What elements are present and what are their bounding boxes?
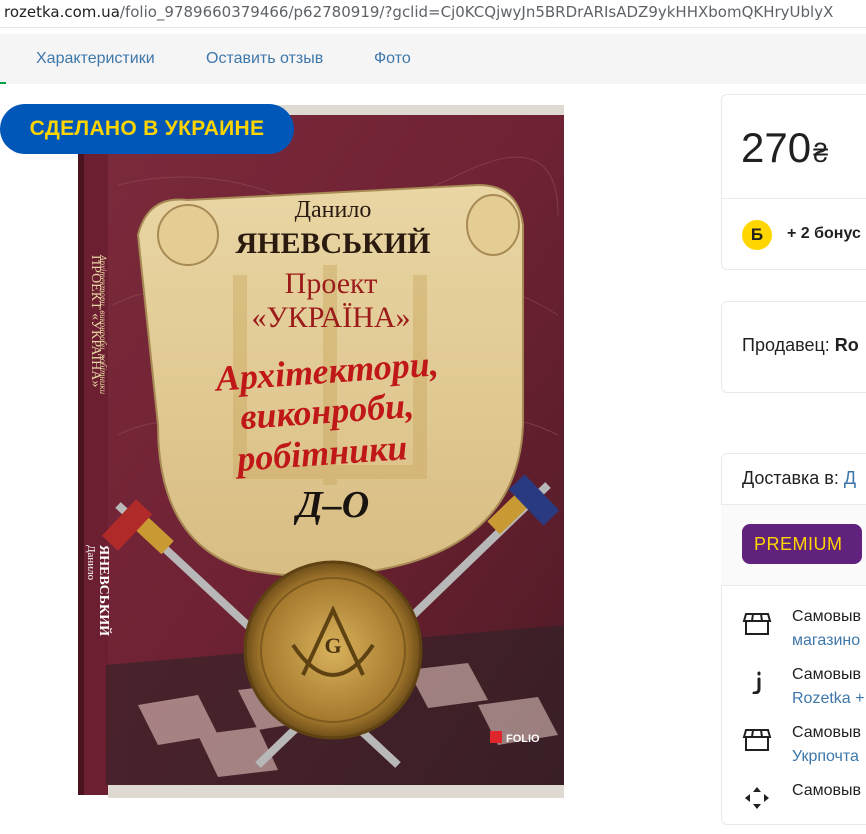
- price-card: [721, 94, 866, 270]
- delivery-option[interactable]: Самовыв магазино: [742, 608, 866, 660]
- store-icon: [742, 613, 772, 635]
- delivery-option[interactable]: Самовыв Rozetka +: [742, 666, 866, 718]
- seller-label: Продавец:: [742, 335, 835, 355]
- tab-photo[interactable]: Фото: [374, 34, 411, 84]
- bonus-text: + 2 бонус: [787, 225, 861, 242]
- svg-text:G: G: [324, 633, 341, 658]
- product-image[interactable]: Данило ЯНЕВСЬКИЙ Проект «УКРАЇНА» Архіте…: [78, 105, 564, 798]
- seller-name[interactable]: Ro: [835, 335, 859, 355]
- bonus-icon: Б: [742, 220, 772, 250]
- made-in-ukraine-badge: СДЕЛАНО В УКРАИНЕ: [0, 104, 294, 154]
- seller-info: Продавец: Ro: [742, 335, 859, 356]
- divider: [721, 198, 866, 199]
- tab-characteristics[interactable]: Характеристики: [36, 34, 155, 84]
- delivery-city-link[interactable]: Д: [844, 468, 856, 488]
- product-price: 270₴: [741, 124, 828, 172]
- delivery-option[interactable]: Самовыв: [742, 782, 866, 834]
- delivery-option-link[interactable]: магазино: [792, 632, 860, 650]
- delivery-option-link[interactable]: Rozetka +: [792, 690, 864, 708]
- cover-project-line2: «УКРАЇНА»: [251, 301, 410, 334]
- delivery-option[interactable]: Самовыв Укрпочта: [742, 724, 866, 776]
- delivery-option-title: Самовыв: [792, 782, 862, 799]
- divider: [721, 585, 866, 586]
- price-value: 270: [741, 124, 812, 171]
- book-cover-illustration: Данило ЯНЕВСЬКИЙ Проект «УКРАЇНА» Архіте…: [78, 105, 564, 798]
- delivery-option-title: Самовыв: [792, 666, 862, 683]
- spine-subtitle: Архітектори, виконроби, робітники: [98, 254, 108, 395]
- cover-publisher: FOLIO: [506, 733, 540, 745]
- active-tab-indicator: [0, 82, 6, 84]
- cover-author-first: Данило: [295, 197, 372, 223]
- delivery-option-link[interactable]: Укрпочта: [792, 748, 859, 766]
- cover-author-last: ЯНЕВСЬКИЙ: [236, 227, 431, 260]
- address-bar[interactable]: rozetka.com.ua/folio_9789660379466/p6278…: [0, 0, 866, 28]
- delivery-option-title: Самовыв: [792, 608, 862, 625]
- spine-author-first: Данило: [85, 545, 97, 581]
- rozetka-icon: [752, 671, 761, 694]
- move-arrows-icon: [745, 787, 769, 809]
- spine-author-last: ЯНЕВСЬКИЙ: [96, 545, 113, 636]
- cover-project-line1: Проект: [285, 267, 378, 300]
- url-host: rozetka.com.ua: [4, 3, 120, 21]
- url-path: /folio_9789660379466/p62780919/?gclid=Cj…: [119, 3, 834, 21]
- product-tabs: Характеристики Оставить отзыв Фото: [0, 34, 866, 84]
- price-currency: ₴: [813, 138, 829, 168]
- store-icon: [742, 729, 772, 751]
- cover-volume: Д–О: [294, 484, 369, 526]
- tab-leave-review[interactable]: Оставить отзыв: [206, 34, 323, 84]
- delivery-label-text: Доставка в:: [742, 468, 844, 488]
- delivery-option-title: Самовыв: [792, 724, 862, 741]
- delivery-location: Доставка в: Д: [742, 468, 856, 489]
- premium-badge[interactable]: PREMIUM: [742, 524, 862, 564]
